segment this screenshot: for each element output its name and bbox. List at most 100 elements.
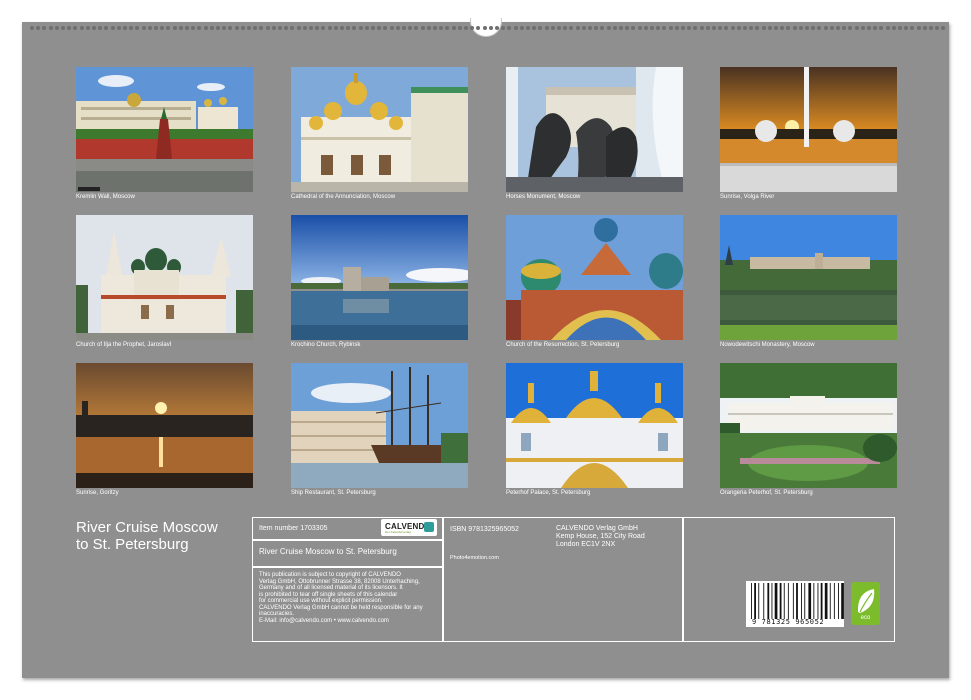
binding-hole	[563, 26, 568, 30]
publisher-line: CALVENDO Verlag GmbH	[556, 525, 638, 532]
binding-hole	[718, 26, 723, 30]
barcode-bar	[758, 583, 760, 619]
binding-hole	[879, 26, 884, 30]
info-divider	[682, 517, 684, 642]
photo-cathedral-annunciation	[291, 67, 468, 192]
binding-hole	[867, 26, 871, 30]
binding-hole	[352, 26, 357, 30]
photo-caption: Sunrise, Goritzy	[76, 490, 119, 496]
binding-hole	[625, 26, 630, 30]
binding-hole	[79, 26, 84, 30]
peterhof-photo	[506, 363, 683, 488]
binding-hole	[538, 26, 543, 30]
barcode-bar	[820, 583, 823, 619]
barcode-bar	[751, 583, 752, 619]
binding-hole	[736, 26, 741, 30]
photo-church-ilja	[76, 215, 253, 340]
binding-hole	[172, 26, 177, 30]
barcode-bar	[763, 583, 765, 619]
binding-hole	[67, 26, 72, 30]
binding-hole	[36, 26, 41, 30]
binding-hole	[755, 26, 760, 30]
binding-hole	[712, 26, 716, 30]
publisher-address: CALVENDO Verlag GmbH Kemp House, 152 Cit…	[556, 525, 645, 549]
binding-hole	[860, 26, 865, 30]
binding-hole	[191, 26, 196, 30]
binding-hole	[253, 26, 258, 30]
logo-mark-icon	[424, 522, 434, 532]
barcode-bar	[754, 583, 756, 619]
binding-hole	[792, 26, 797, 30]
copyright-notice: This publication is subject to copyright…	[259, 572, 444, 624]
eco-badge: eco	[851, 582, 880, 625]
binding-hole	[147, 26, 152, 30]
binding-hole	[557, 26, 561, 30]
binding-hole	[929, 26, 933, 30]
binding-hole	[185, 26, 189, 30]
binding-hole	[116, 26, 121, 30]
binding-hole	[581, 26, 586, 30]
orangeria-photo	[720, 363, 897, 488]
binding-hole	[482, 26, 487, 30]
item-number: Item number 1703305	[259, 525, 328, 532]
binding-hole	[662, 26, 667, 30]
binding-hole	[619, 26, 623, 30]
binding-hole	[123, 26, 127, 30]
binding-hole	[693, 26, 698, 30]
binding-hole	[513, 26, 518, 30]
binding-hole	[284, 26, 289, 30]
photo-caption: Nowodewitschi Monastery, Moscow	[720, 342, 815, 348]
barcode-bar	[779, 583, 782, 619]
binding-hole	[588, 26, 592, 30]
spiral-binding	[30, 26, 947, 32]
photo-sunrise-volga	[720, 67, 897, 192]
binding-hole	[730, 26, 735, 30]
binding-hole	[470, 26, 475, 30]
eco-label: eco	[860, 615, 871, 621]
barcode-bar	[829, 583, 831, 619]
binding-hole	[774, 26, 778, 30]
binding-hole	[904, 26, 909, 30]
binding-hole	[61, 26, 65, 30]
photo-peterhof-palace	[506, 363, 683, 488]
binding-hole	[681, 26, 685, 30]
photo-horses-monument	[506, 67, 683, 192]
ship-photo	[291, 363, 468, 488]
binding-hole	[104, 26, 109, 30]
binding-hole	[154, 26, 158, 30]
binding-hole	[98, 26, 103, 30]
binding-hole	[836, 26, 840, 30]
binding-hole	[54, 26, 59, 30]
binding-hole	[519, 26, 524, 30]
sunrise-volga-photo	[720, 67, 897, 192]
photo-caption: Krochino Church, Rybinsk	[291, 342, 361, 348]
barcode-bar	[824, 583, 828, 619]
krochino-photo	[291, 215, 468, 340]
binding-hole	[346, 26, 351, 30]
binding-hole	[780, 26, 785, 30]
binding-hole	[414, 26, 419, 30]
kremlin-photo	[76, 67, 253, 192]
binding-hole	[439, 26, 444, 30]
barcode-bar	[838, 583, 839, 619]
binding-hole	[408, 26, 413, 30]
barcode-bar	[801, 583, 802, 619]
binding-hole	[371, 26, 375, 30]
photo-monastery	[720, 215, 897, 340]
binding-hole	[389, 26, 394, 30]
binding-hole	[265, 26, 270, 30]
barcode-bar	[767, 583, 770, 619]
barcode-bar	[841, 583, 844, 619]
cathedral-photo	[291, 67, 468, 192]
binding-hole	[885, 26, 890, 30]
calvendo-logo: CALVENDO Der Kalenderverlag	[381, 519, 437, 536]
resurrection-photo	[506, 215, 683, 340]
binding-hole	[420, 26, 425, 30]
info-divider	[252, 539, 443, 541]
binding-hole	[743, 26, 747, 30]
binding-hole	[631, 26, 636, 30]
binding-hole	[817, 26, 822, 30]
church-ilja-photo	[76, 215, 253, 340]
binding-hole	[271, 26, 276, 30]
photo-kremlin-wall	[76, 67, 253, 192]
